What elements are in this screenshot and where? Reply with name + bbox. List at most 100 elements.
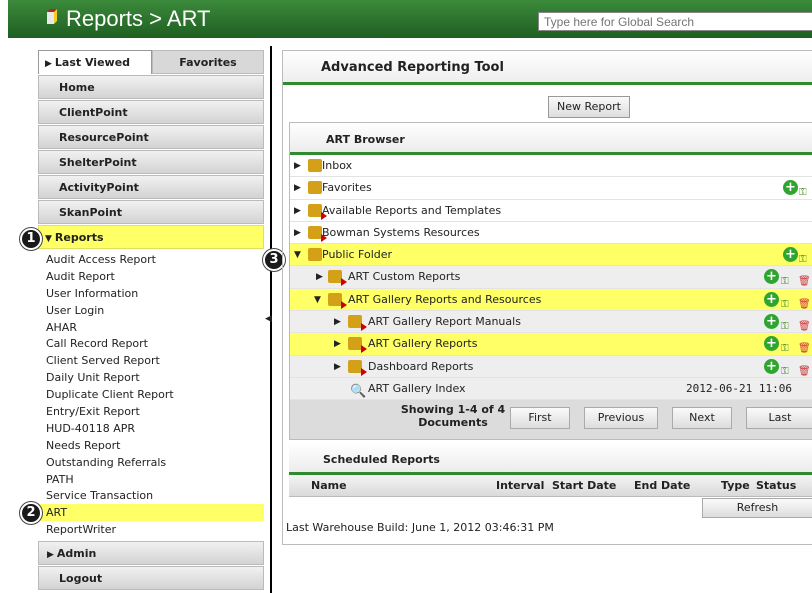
- report-link[interactable]: Outstanding Referrals: [38, 454, 264, 471]
- nav-activitypoint[interactable]: ActivityPoint: [38, 175, 264, 199]
- collapse-triangle-icon[interactable]: ▼: [314, 289, 321, 311]
- folder-icon: [328, 292, 347, 309]
- expand-triangle-icon[interactable]: ▶: [294, 222, 301, 244]
- tree-row-public-folder[interactable]: ▼ Public Folder + ⚿: [290, 244, 812, 267]
- report-link[interactable]: Call Record Report: [38, 335, 264, 352]
- expand-triangle-icon[interactable]: ▶: [294, 200, 301, 222]
- expand-triangle-icon[interactable]: ▶: [334, 311, 341, 333]
- column-header[interactable]: Type: [721, 479, 750, 492]
- tree-row-favorites[interactable]: ▶ Favorites + ⚿: [290, 177, 812, 200]
- column-header[interactable]: Start Date: [552, 479, 616, 492]
- scheduled-table-header: Name Interval Start Date End Date Type S…: [289, 475, 812, 497]
- page-title: Reports > ART: [66, 6, 211, 31]
- report-link[interactable]: Client Served Report: [38, 352, 264, 369]
- art-browser: ART Browser ▶ Inbox ▶ Favorites + ⚿ ▶ Av…: [289, 122, 812, 440]
- last-page-button[interactable]: Last: [746, 407, 812, 430]
- nav-admin[interactable]: ▶ Admin: [38, 541, 264, 566]
- refresh-button[interactable]: Refresh: [702, 498, 812, 518]
- main-panel: Advanced Reporting Tool New Report ART B…: [282, 50, 812, 545]
- report-link-art[interactable]: ART: [38, 504, 264, 522]
- folder-icon: [308, 203, 327, 220]
- global-search-input[interactable]: [538, 12, 812, 31]
- reports-list: Audit Access Report Audit Report User In…: [38, 249, 264, 540]
- add-icon[interactable]: +: [764, 336, 779, 352]
- tree-row-gallery-manuals[interactable]: ▶ ART Gallery Report Manuals + ⚿ 🗑: [290, 311, 812, 334]
- expand-triangle-icon[interactable]: ▶: [316, 266, 323, 288]
- report-link[interactable]: Entry/Exit Report: [38, 403, 264, 420]
- add-icon[interactable]: +: [783, 247, 798, 263]
- collapse-sidebar-icon[interactable]: ◀: [265, 314, 272, 324]
- folder-icon: [328, 270, 347, 287]
- folder-icon: [308, 159, 322, 172]
- add-icon[interactable]: +: [764, 269, 779, 285]
- add-icon[interactable]: +: [764, 314, 779, 330]
- folder-icon: [308, 225, 327, 242]
- row-label: ART Gallery Report Manuals: [368, 315, 521, 329]
- tree-row-bowman[interactable]: ▶ Bowman Systems Resources: [290, 222, 812, 245]
- pager: Showing 1-4 of 4 Documents First Previou…: [290, 400, 812, 435]
- browser-title: ART Browser: [290, 123, 812, 155]
- nav-shelterpoint[interactable]: ShelterPoint: [38, 150, 264, 174]
- report-link[interactable]: Duplicate Client Report: [38, 386, 264, 403]
- tree-row-available-reports[interactable]: ▶ Available Reports and Templates: [290, 200, 812, 222]
- folder-icon: [348, 337, 367, 354]
- report-link[interactable]: Daily Unit Report: [38, 369, 264, 386]
- row-label: Bowman Systems Resources: [322, 225, 480, 239]
- tree-row-gallery-reports[interactable]: ▶ ART Gallery Reports + ⚿ 🗑: [290, 333, 812, 356]
- column-header[interactable]: End Date: [634, 479, 690, 492]
- row-label: Favorites: [322, 181, 372, 195]
- tab-last-viewed[interactable]: ▶ Last Viewed: [38, 50, 152, 74]
- nav-skanpoint[interactable]: SkanPoint: [38, 200, 264, 224]
- pager-status: Showing 1-4 of 4 Documents: [400, 403, 506, 430]
- panel-title: Advanced Reporting Tool: [283, 51, 812, 85]
- nav-resourcepoint[interactable]: ResourcePoint: [38, 125, 264, 149]
- first-page-button[interactable]: First: [510, 407, 570, 430]
- nav-logout[interactable]: Logout: [38, 566, 264, 591]
- expand-triangle-icon[interactable]: ▶: [334, 333, 341, 355]
- report-link[interactable]: Audit Access Report: [38, 251, 264, 268]
- add-icon[interactable]: +: [764, 291, 779, 307]
- report-link[interactable]: ReportWriter: [38, 521, 264, 538]
- report-link[interactable]: AHAR: [38, 319, 264, 336]
- collapse-triangle-icon[interactable]: ▼: [294, 244, 301, 266]
- expand-triangle-icon[interactable]: ▶: [294, 177, 301, 199]
- folder-icon: [308, 181, 322, 195]
- tree-row-dashboard-reports[interactable]: ▶ Dashboard Reports + ⚿ 🗑: [290, 355, 812, 378]
- report-link[interactable]: HUD-40118 APR: [38, 420, 264, 437]
- report-link[interactable]: Audit Report: [38, 268, 264, 285]
- scheduled-reports: Scheduled Reports Name Interval Start Da…: [289, 443, 812, 518]
- tab-favorites[interactable]: Favorites: [152, 50, 264, 74]
- report-link[interactable]: User Information: [38, 285, 264, 302]
- row-label: Public Folder: [322, 248, 393, 262]
- callout-badge: 2: [20, 502, 42, 524]
- tree-row-gallery-index[interactable]: 🔍 ART Gallery Index 2012-06-21 11:06: [290, 377, 812, 401]
- scheduled-title: Scheduled Reports: [289, 443, 812, 475]
- add-icon[interactable]: +: [783, 180, 798, 196]
- nav-reports[interactable]: ▼ Reports: [38, 225, 264, 249]
- collapse-triangle-icon: ▼: [45, 234, 52, 244]
- report-link[interactable]: PATH: [38, 471, 264, 488]
- callout-badge: 1: [20, 228, 42, 250]
- warehouse-build-status: Last Warehouse Build: June 1, 2012 03:46…: [286, 521, 554, 534]
- folder-icon: [308, 248, 322, 262]
- logo-icon: [47, 9, 57, 24]
- column-header[interactable]: Interval: [496, 479, 544, 492]
- new-report-button[interactable]: New Report: [548, 96, 630, 118]
- expand-triangle-icon[interactable]: ▶: [334, 356, 341, 378]
- nav-admin-label: Admin: [56, 547, 97, 561]
- tree-row-inbox[interactable]: ▶ Inbox: [290, 155, 812, 178]
- expand-triangle-icon[interactable]: ▶: [294, 155, 301, 177]
- nav-clientpoint[interactable]: ClientPoint: [38, 100, 264, 124]
- previous-page-button[interactable]: Previous: [584, 407, 658, 430]
- add-icon[interactable]: +: [764, 358, 779, 374]
- report-link[interactable]: User Login: [38, 302, 264, 319]
- report-link[interactable]: Needs Report: [38, 437, 264, 454]
- column-header[interactable]: Name: [311, 479, 347, 492]
- nav-reports-label: Reports: [54, 231, 104, 244]
- report-link[interactable]: Service Transaction: [38, 487, 264, 504]
- nav-home[interactable]: Home: [38, 75, 264, 99]
- next-page-button[interactable]: Next: [672, 407, 732, 430]
- tree-row-art-gallery-resources[interactable]: ▼ ART Gallery Reports and Resources + ⚿ …: [290, 288, 812, 312]
- column-header[interactable]: Status: [756, 479, 796, 492]
- tree-row-art-custom[interactable]: ▶ ART Custom Reports + ⚿ 🗑: [290, 266, 812, 289]
